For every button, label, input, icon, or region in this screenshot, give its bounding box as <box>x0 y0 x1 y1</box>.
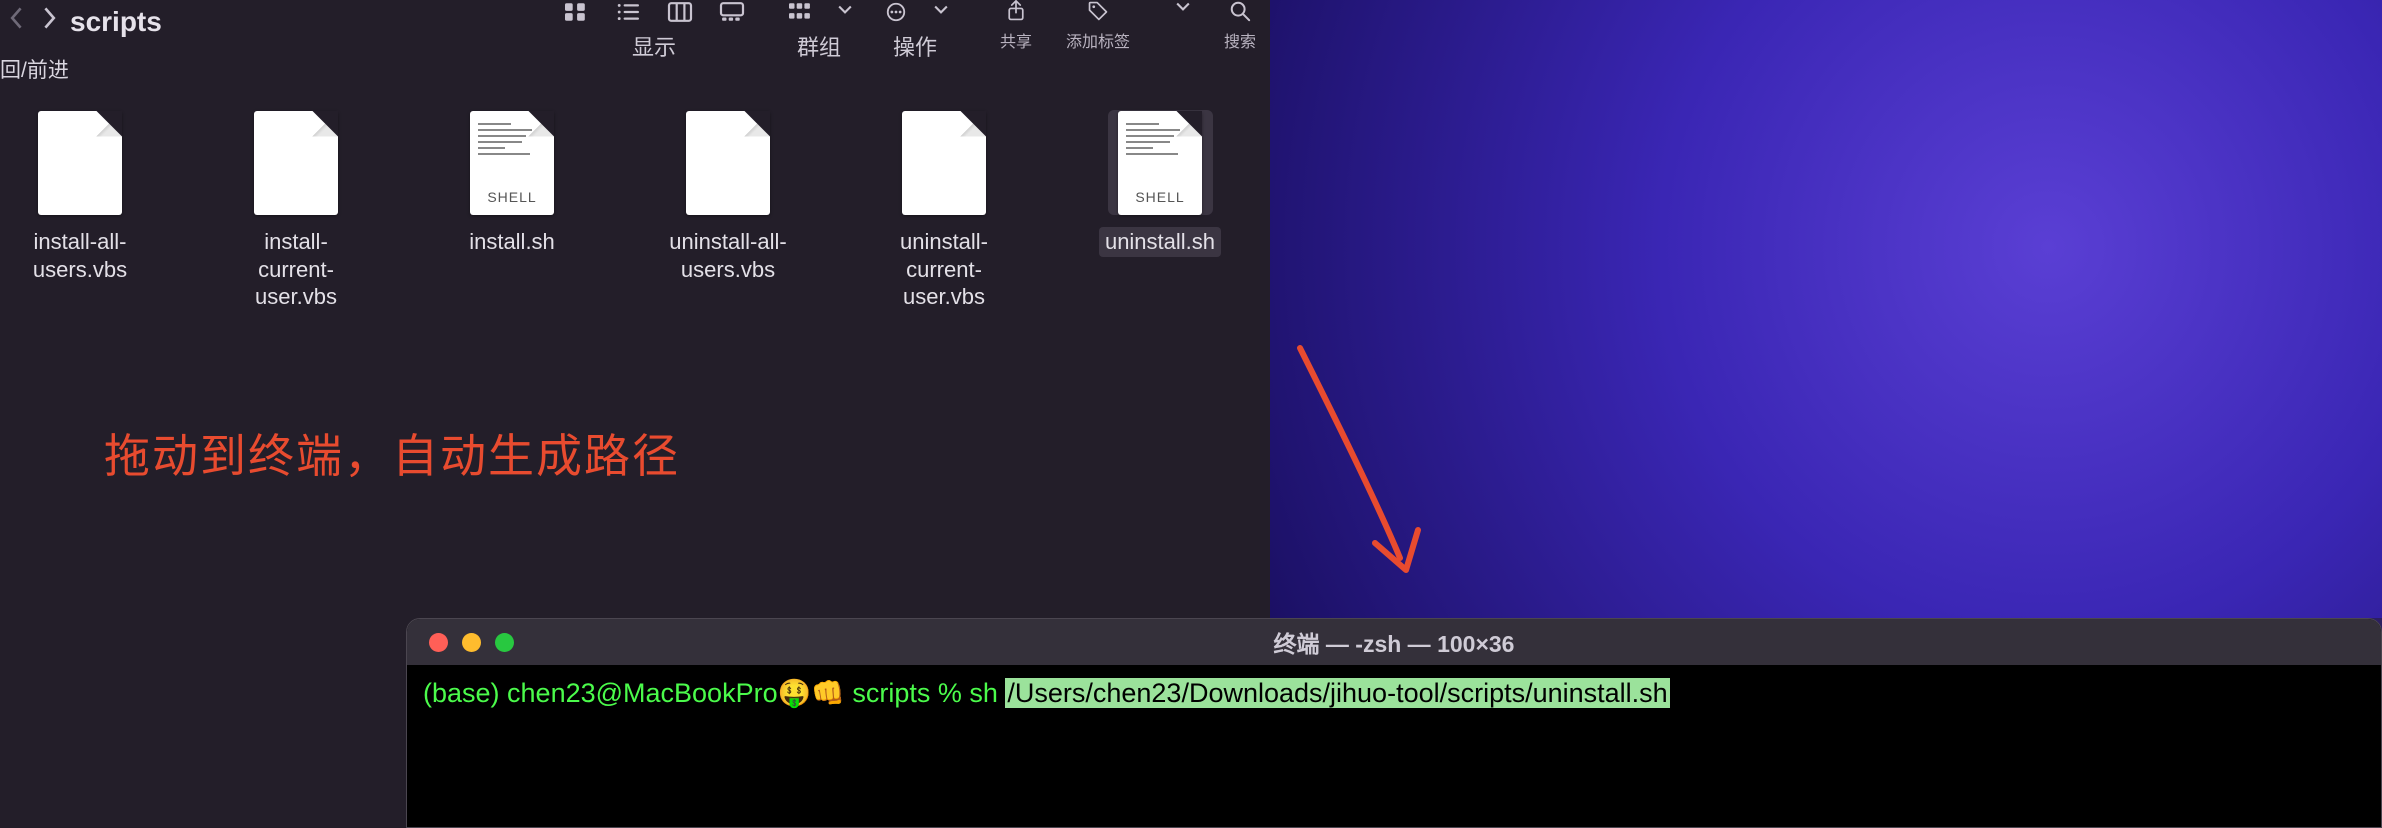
view-label: 显示 <box>632 30 676 62</box>
annotation-text: 拖动到终端，自动生成路径 <box>104 420 680 486</box>
tag-label: 添加标签 <box>1066 28 1130 52</box>
tag-button[interactable] <box>1084 0 1112 22</box>
action-button[interactable] <box>882 1 910 23</box>
close-button[interactable] <box>429 633 448 652</box>
terminal-title: 终端 — -zsh — 100×36 <box>407 625 2381 659</box>
terminal-prompt: (base) chen23@MacBookPro🤑👊 scripts % sh <box>423 678 1005 708</box>
nav-sub-label: 回/前进 <box>0 54 69 84</box>
file-item[interactable]: uninstall-current-user.vbs <box>870 110 1018 312</box>
file-name: uninstall-current-user.vbs <box>870 227 1018 312</box>
file-name: uninstall-all-users.vbs <box>654 227 802 284</box>
zoom-button[interactable] <box>495 633 514 652</box>
search-button[interactable] <box>1226 0 1254 22</box>
chevron-down-icon[interactable] <box>838 3 852 22</box>
share-label: 共享 <box>1000 28 1032 52</box>
file-grid: install-all-users.vbs install-current-use… <box>0 110 1270 312</box>
file-kind-badge: SHELL <box>1118 189 1202 205</box>
file-item[interactable]: SHELL install.sh <box>438 110 586 312</box>
chevron-down-icon[interactable] <box>934 3 948 22</box>
terminal-window: 终端 — -zsh — 100×36 (base) chen23@MacBook… <box>406 618 2382 828</box>
desktop-background <box>1270 0 2382 618</box>
terminal-body[interactable]: (base) chen23@MacBookPro🤑👊 scripts % sh … <box>407 665 2381 721</box>
shell-file-icon: SHELL <box>470 111 554 215</box>
file-name: install-current-user.vbs <box>222 227 370 312</box>
minimize-button[interactable] <box>462 633 481 652</box>
file-kind-badge: SHELL <box>470 189 554 205</box>
vbs-file-icon <box>254 111 338 215</box>
search-label: 搜索 <box>1224 28 1256 52</box>
view-icons-button[interactable] <box>562 1 590 23</box>
view-gallery-button[interactable] <box>718 1 746 23</box>
vbs-file-icon <box>686 111 770 215</box>
finder-toolbar: scripts 显示 <box>0 0 1270 60</box>
shell-file-icon: SHELL <box>1118 111 1202 215</box>
share-button[interactable] <box>1002 0 1030 22</box>
window-title: scripts <box>64 0 162 38</box>
group-button[interactable] <box>786 1 814 23</box>
group-label: 群组 <box>797 30 841 62</box>
action-label: 操作 <box>893 30 937 62</box>
terminal-titlebar[interactable]: 终端 — -zsh — 100×36 <box>407 619 2381 665</box>
view-switcher: 显示 <box>562 0 746 62</box>
nav-back-button[interactable] <box>8 6 26 35</box>
file-item[interactable]: uninstall-all-users.vbs <box>654 110 802 312</box>
terminal-path: /Users/chen23/Downloads/jihuo-tool/scrip… <box>1005 678 1669 708</box>
file-item[interactable]: install-current-user.vbs <box>222 110 370 312</box>
toolbar-overflow-button[interactable] <box>1176 0 1190 19</box>
file-name: install-all-users.vbs <box>6 227 154 284</box>
view-columns-button[interactable] <box>666 1 694 23</box>
vbs-file-icon <box>38 111 122 215</box>
file-item[interactable]: SHELL uninstall.sh <box>1086 110 1234 312</box>
vbs-file-icon <box>902 111 986 215</box>
nav-forward-button[interactable] <box>40 6 58 35</box>
file-name: install.sh <box>463 227 561 257</box>
file-item[interactable]: install-all-users.vbs <box>6 110 154 312</box>
view-list-button[interactable] <box>614 1 642 23</box>
file-name: uninstall.sh <box>1099 227 1221 257</box>
